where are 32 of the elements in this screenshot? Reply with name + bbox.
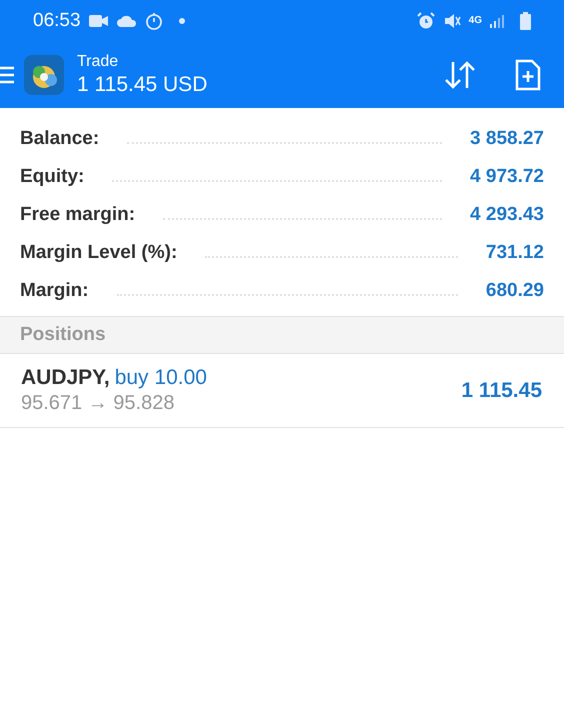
position-row[interactable]: AUDJPY, buy 10.00 95.671 → 95.828 1 115.45 bbox=[0, 354, 564, 428]
battery-icon bbox=[520, 12, 531, 30]
summary-label: Equity: bbox=[20, 164, 84, 189]
summary-value: 4 973.72 bbox=[470, 164, 544, 189]
summary-label: Margin Level (%): bbox=[20, 240, 178, 265]
network-type: 4G bbox=[468, 16, 482, 26]
summary-value: 3 858.27 bbox=[470, 126, 544, 151]
summary-label: Balance: bbox=[20, 126, 100, 151]
summary-label: Free margin: bbox=[20, 202, 136, 227]
position-side: buy 10.00 bbox=[114, 364, 207, 391]
summary-value: 680.29 bbox=[486, 278, 544, 303]
account-balance: 1 115.45 USD bbox=[77, 72, 208, 98]
alarm-icon bbox=[416, 12, 435, 30]
screen-title: Trade bbox=[77, 52, 120, 72]
video-camera-icon bbox=[88, 14, 109, 28]
signal-icon bbox=[490, 14, 504, 28]
position-symbol: AUDJPY, bbox=[21, 364, 110, 391]
summary-value: 4 293.43 bbox=[470, 202, 544, 227]
mute-icon bbox=[442, 12, 461, 30]
new-document-icon[interactable] bbox=[515, 59, 541, 91]
dot-icon bbox=[178, 18, 185, 24]
sort-icon[interactable] bbox=[443, 60, 477, 90]
position-prices: 95.671 → 95.828 bbox=[21, 391, 176, 416]
timer-icon bbox=[144, 12, 163, 30]
summary-label: Margin: bbox=[20, 278, 89, 303]
app-logo-icon bbox=[24, 55, 64, 95]
status-time: 06:53 bbox=[33, 8, 81, 33]
cloud-icon bbox=[116, 14, 137, 28]
menu-icon[interactable] bbox=[0, 66, 14, 84]
section-title: Positions bbox=[20, 322, 106, 347]
position-profit: 1 115.45 bbox=[461, 378, 542, 404]
summary-value: 731.12 bbox=[486, 240, 544, 265]
